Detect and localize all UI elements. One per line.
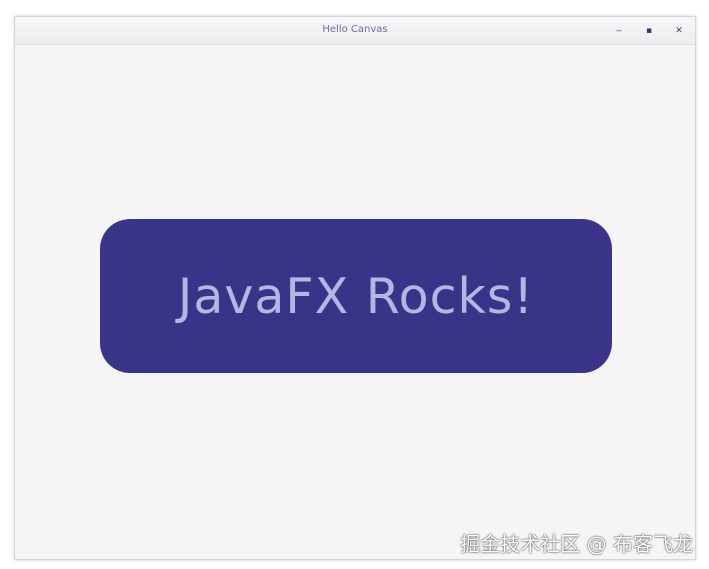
close-icon: ✕ (675, 26, 683, 36)
maximize-icon: ▪ (645, 26, 653, 36)
drawing-canvas: JavaFX Rocks! (15, 45, 695, 559)
window-controls: ‒ ▪ ✕ (611, 23, 687, 39)
close-button[interactable]: ✕ (671, 23, 687, 39)
window-title: Hello Canvas (322, 24, 388, 35)
watermark-text: 掘金技术社区 @ 布客飞龙 (460, 532, 693, 556)
app-window: Hello Canvas ‒ ▪ ✕ JavaFX Rocks! (14, 16, 696, 560)
minimize-button[interactable]: ‒ (611, 23, 627, 39)
title-bar[interactable]: Hello Canvas ‒ ▪ ✕ (15, 17, 695, 45)
maximize-button[interactable]: ▪ (641, 23, 657, 39)
canvas-text: JavaFX Rocks! (177, 267, 535, 325)
rounded-rectangle: JavaFX Rocks! (100, 219, 612, 373)
minimize-icon: ‒ (616, 26, 622, 36)
